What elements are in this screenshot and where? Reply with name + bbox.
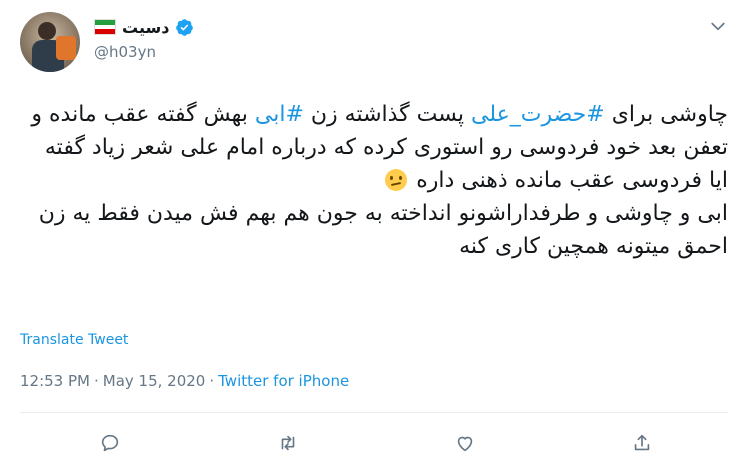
meta-separator: · [93, 372, 99, 390]
display-name[interactable]: دسیت [122, 18, 169, 37]
reply-button[interactable] [95, 428, 125, 458]
tweet-time[interactable]: 12:53 PM [20, 372, 90, 390]
tweet-source-link[interactable]: Twitter for iPhone [218, 372, 349, 390]
like-button[interactable] [450, 428, 480, 458]
tweet-meta: 12:53 PM · May 15, 2020 · Twitter for iP… [20, 372, 349, 390]
tweet-text: چاوشی برای #حضرت_علی پست گذاشته زن #ابی … [20, 98, 728, 263]
share-icon [634, 434, 650, 451]
verified-badge-icon [176, 18, 194, 36]
like-icon [457, 436, 473, 452]
confused-face-icon [385, 169, 408, 191]
avatar-object [56, 36, 76, 60]
retweet-button[interactable] [273, 428, 303, 458]
user-name-row: دسیت [94, 16, 194, 38]
hashtag-link[interactable]: #ابی [255, 102, 304, 127]
avatar-head [38, 22, 56, 40]
share-button[interactable] [627, 428, 657, 458]
hashtag-link[interactable]: #حضرت_علی [471, 102, 605, 127]
divider [20, 412, 728, 413]
avatar[interactable] [20, 12, 80, 72]
translate-tweet-link[interactable]: Translate Tweet [20, 332, 128, 348]
chevron-down-icon[interactable] [708, 16, 728, 36]
meta-separator: · [209, 372, 215, 390]
tweet-paragraph-2: ابی و چاوشی و طرفداراشونو انداخته به جون… [38, 201, 728, 259]
user-handle[interactable]: @h03yn [94, 43, 156, 61]
reply-icon [101, 434, 119, 452]
tweet-text-segment: پست گذاشته زن [303, 102, 471, 127]
tweet-actions [0, 428, 748, 458]
tweet-date[interactable]: May 15, 2020 [103, 372, 206, 390]
tweet-text-segment: چاوشی برای [604, 102, 728, 127]
iran-flag-icon [94, 19, 116, 35]
retweet-icon [281, 435, 295, 451]
tweet-paragraph-1: چاوشی برای #حضرت_علی پست گذاشته زن #ابی … [20, 98, 728, 197]
